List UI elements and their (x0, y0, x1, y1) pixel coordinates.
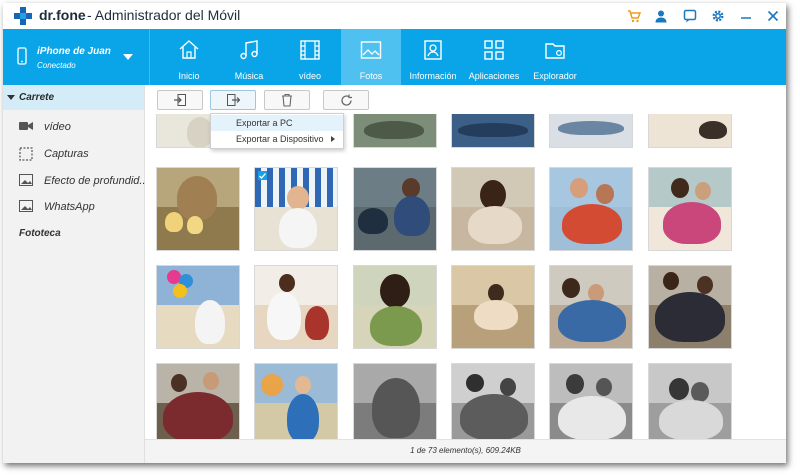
checkmark-icon (259, 172, 266, 179)
selected-checkbox[interactable] (258, 171, 267, 180)
user-icon[interactable] (653, 8, 669, 24)
sidebar-item-label: Capturas (44, 148, 89, 160)
photo-thumbnail[interactable] (156, 265, 240, 349)
apps-icon (484, 40, 504, 60)
sidebar-section-carrete[interactable]: Carrete (3, 85, 144, 110)
main-nav: iPhone de Juan Conectado Inicio Música v… (3, 29, 786, 85)
title-bar: dr.fone - Administrador del Móvil (3, 3, 786, 29)
submenu-arrow-icon (331, 136, 335, 142)
sidebar: Carrete vídeo Capturas Efecto de profund… (3, 85, 149, 463)
app-title: - Administrador del Móvil (87, 7, 241, 23)
photo-thumbnail[interactable] (254, 167, 338, 251)
feedback-icon[interactable] (682, 8, 698, 24)
menu-item-export-device[interactable]: Exportar a Dispositivo (211, 131, 343, 147)
device-name: iPhone de Juan (37, 46, 111, 57)
photo-thumbnail[interactable] (549, 114, 633, 148)
photo-thumbnail[interactable] (451, 265, 535, 349)
video-icon (300, 40, 320, 60)
sidebar-item-label: Efecto de profundid... (44, 175, 149, 187)
photo-thumbnail[interactable] (156, 167, 240, 251)
photo-thumbnail[interactable] (648, 114, 732, 148)
sidebar-item-fototeca[interactable]: Fototeca (19, 228, 61, 239)
photo-thumbnail[interactable] (549, 265, 633, 349)
folder-icon (545, 43, 565, 59)
menu-item-label: Exportar a Dispositivo (236, 134, 324, 144)
app-window: dr.fone - Administrador del Móvil iPhone… (3, 3, 786, 463)
photo-grid (145, 114, 786, 439)
photo-thumbnail[interactable] (156, 363, 240, 439)
sidebar-item-capturas[interactable]: Capturas (3, 142, 144, 166)
sidebar-item-video[interactable]: vídeo (3, 115, 144, 139)
photo-thumbnail[interactable] (648, 265, 732, 349)
screenshot-icon (19, 147, 33, 161)
minimize-icon[interactable] (738, 8, 754, 24)
device-status: Conectado (37, 61, 76, 70)
nav-explorador[interactable]: Explorador (525, 29, 585, 85)
trash-icon (282, 93, 292, 107)
photo-thumbnail[interactable] (648, 167, 732, 251)
photo-thumbnail[interactable] (353, 265, 437, 349)
drfone-logo-icon (14, 7, 32, 25)
phone-icon (17, 47, 27, 65)
photo-thumbnail[interactable] (451, 167, 535, 251)
sidebar-item-efecto[interactable]: Efecto de profundid... (3, 169, 149, 193)
sidebar-section-label: Carrete (19, 92, 55, 103)
nav-explorador-label: Explorador (533, 71, 577, 81)
menu-item-export-pc[interactable]: Exportar a PC (211, 115, 343, 131)
photo-thumbnail[interactable] (353, 363, 437, 439)
sidebar-item-whatsapp[interactable]: WhatsApp (3, 195, 144, 219)
photo-thumbnail[interactable] (254, 363, 338, 439)
image-icon (19, 200, 33, 212)
delete-button[interactable] (264, 90, 310, 110)
photo-thumbnail[interactable] (254, 265, 338, 349)
photo-thumbnail[interactable] (353, 167, 437, 251)
status-bar: 1 de 73 elemento(s), 609.24KB (145, 439, 786, 463)
export-icon (227, 94, 240, 106)
close-icon[interactable] (765, 8, 781, 24)
sidebar-item-label: vídeo (44, 121, 71, 133)
status-text: 1 de 73 elemento(s), 609.24KB (410, 446, 521, 455)
chevron-down-icon[interactable] (123, 54, 133, 60)
settings-icon[interactable] (710, 8, 726, 24)
import-icon (174, 94, 186, 106)
refresh-icon (340, 94, 352, 106)
photo-thumbnail[interactable] (451, 363, 535, 439)
import-button[interactable] (157, 90, 203, 110)
export-menu: Exportar a PC Exportar a Dispositivo (210, 113, 344, 149)
expand-arrow-icon (7, 95, 15, 100)
cart-icon[interactable] (626, 8, 642, 24)
photo-thumbnail[interactable] (549, 363, 633, 439)
photo-thumbnail[interactable] (451, 114, 535, 148)
export-button[interactable] (210, 90, 256, 110)
photo-thumbnail[interactable] (353, 114, 437, 148)
menu-item-label: Exportar a PC (236, 118, 293, 128)
nav-fotos[interactable]: Fotos (341, 29, 401, 85)
video-camera-icon (19, 122, 33, 130)
brand-name: dr.fone (39, 7, 86, 23)
contact-icon (424, 40, 442, 60)
refresh-button[interactable] (323, 90, 369, 110)
music-icon (240, 40, 258, 60)
home-icon (179, 40, 199, 59)
sidebar-item-label: WhatsApp (44, 201, 95, 213)
device-selector[interactable]: iPhone de Juan Conectado (3, 29, 150, 85)
photo-thumbnail[interactable] (648, 363, 732, 439)
image-icon (19, 174, 33, 186)
photo-thumbnail[interactable] (549, 167, 633, 251)
photo-toolbar (145, 85, 786, 114)
photo-icon (360, 41, 382, 59)
